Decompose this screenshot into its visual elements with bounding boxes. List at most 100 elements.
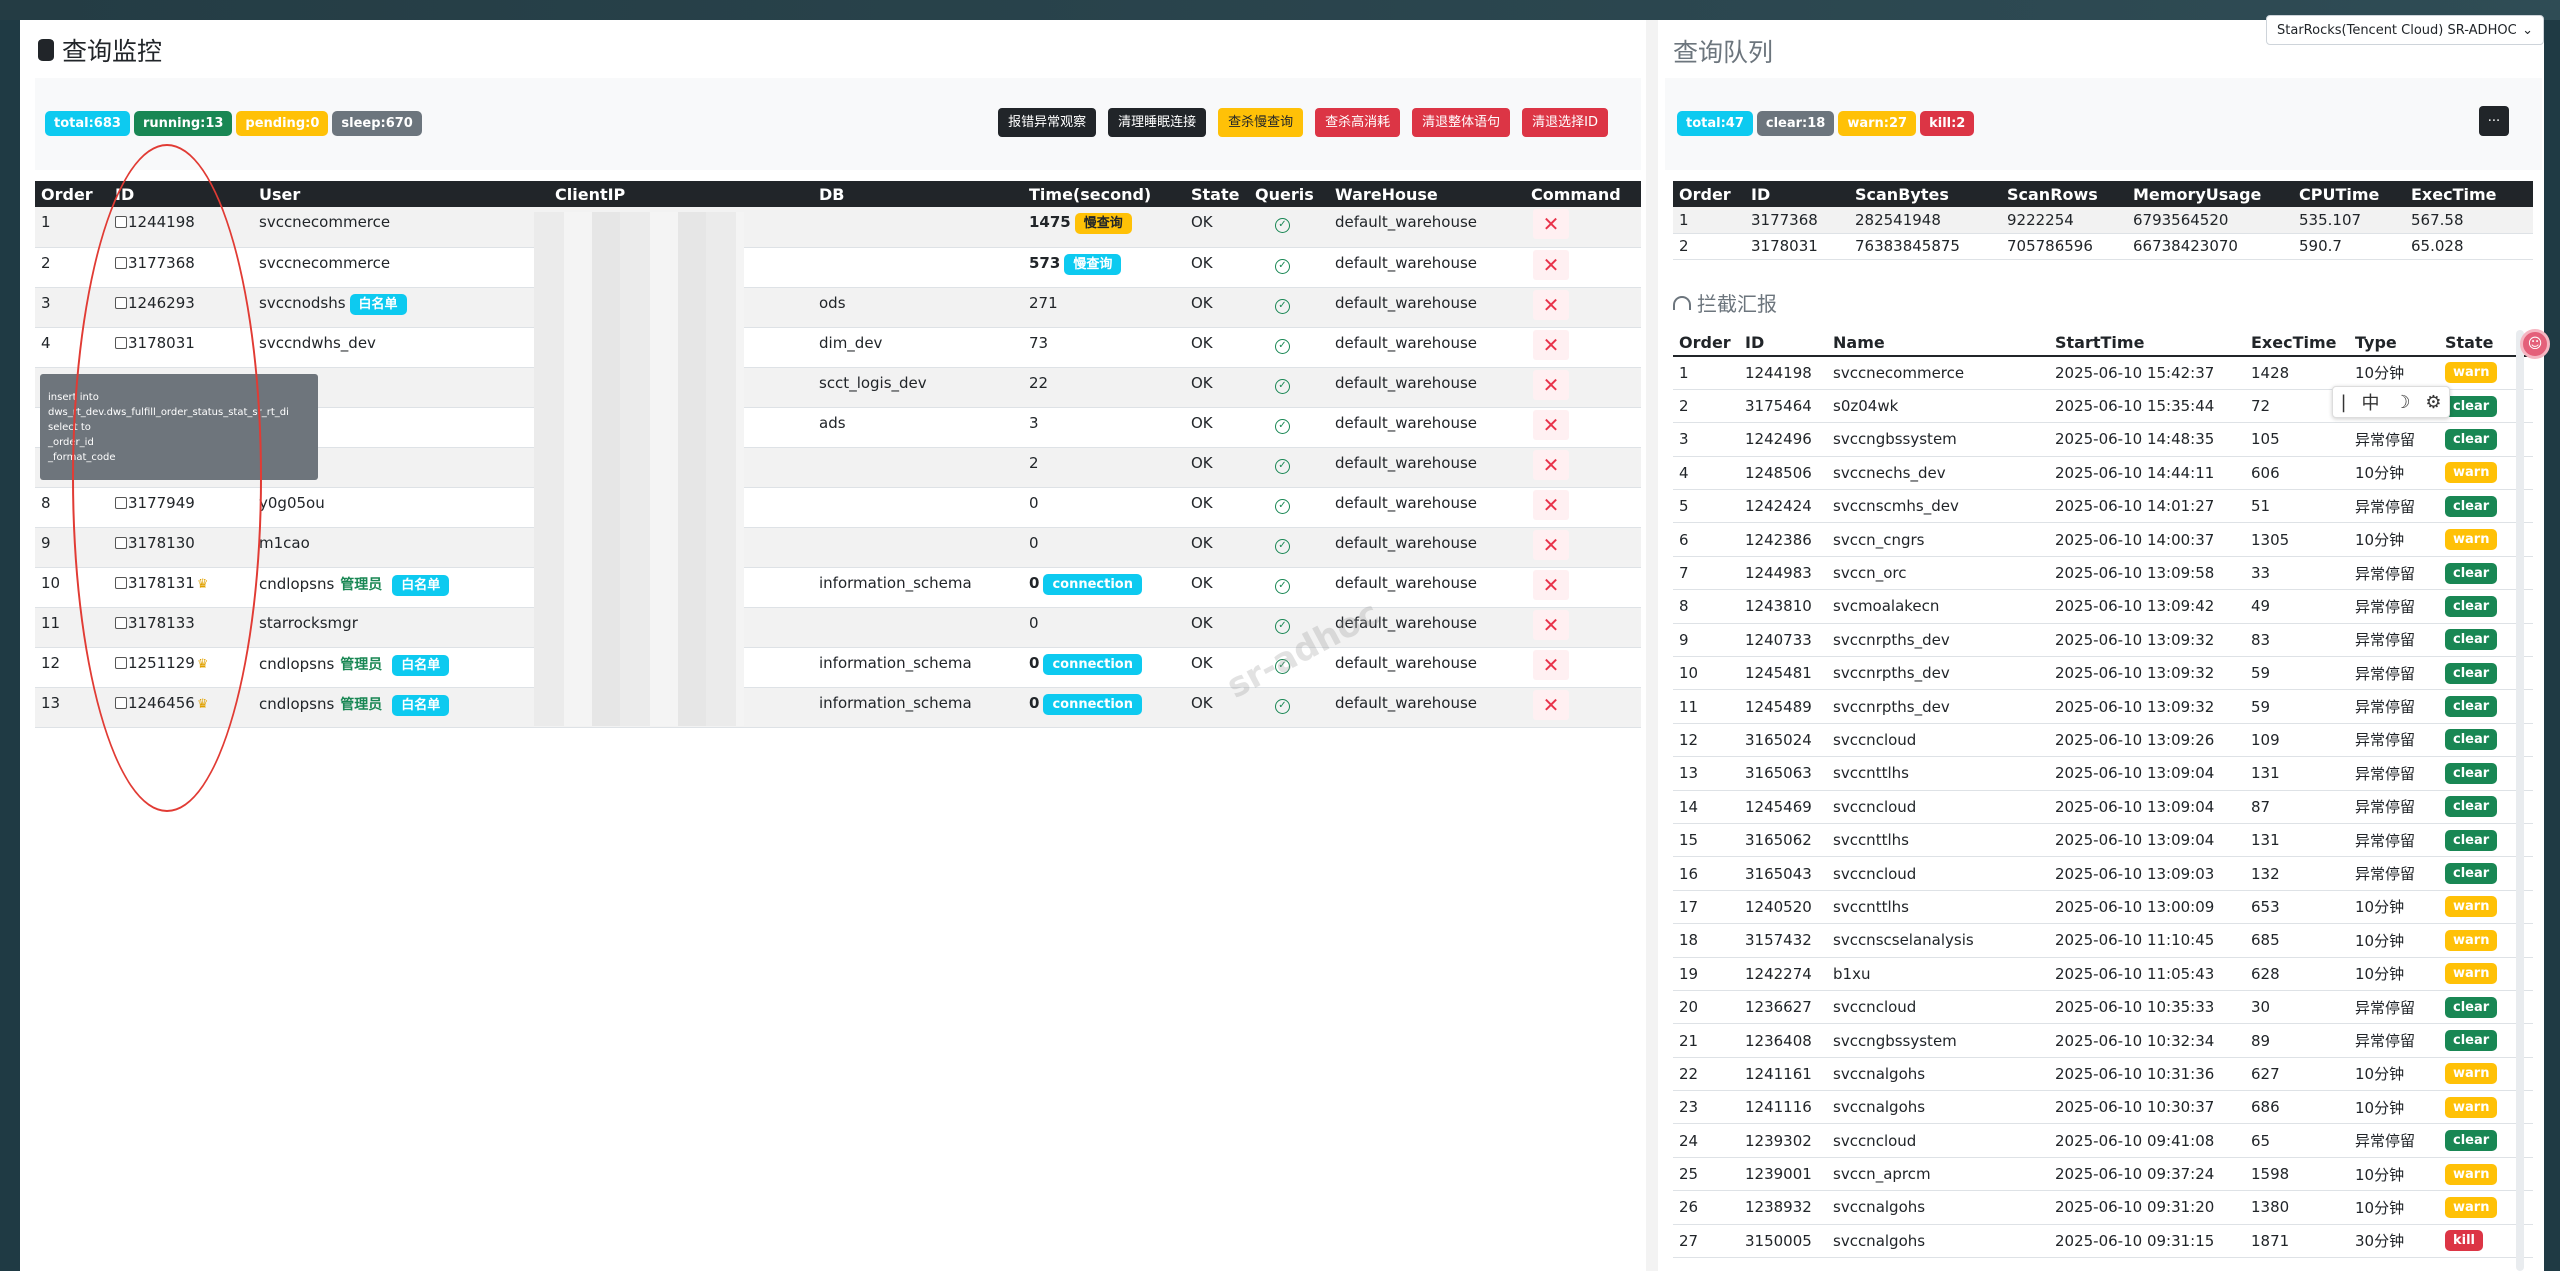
queue-table-header: Order ID ScanBytes ScanRows MemoryUsage CPUTi… <box>1673 181 2533 207</box>
user-name: svccndwhs_dev <box>259 333 376 352</box>
kill-query-button[interactable]: ✕ <box>1533 609 1569 640</box>
gear-icon[interactable]: ⚙ <box>2425 392 2441 413</box>
ime-chinese-mode[interactable]: 中 <box>2361 389 2379 415</box>
intercept-cell: 6 <box>1673 522 1739 557</box>
intercept-cell: svccngbssystem <box>1827 1023 2049 1058</box>
check-circle-icon: ✓ <box>1275 258 1290 274</box>
query-monitor-title-text: 查询监控 <box>62 37 163 66</box>
check-circle-icon: ✓ <box>1275 378 1290 394</box>
table-row: 14 1245469 svccncloud 2025-06-10 13:09:04 87… <box>1673 790 2533 824</box>
time-status-badge: connection <box>1043 573 1142 595</box>
action-button[interactable]: 清退选择ID <box>1522 108 1608 137</box>
table-row: 13 1246456 ♛ cndlopsns 管理员 白名单 information_sch… <box>35 687 1641 728</box>
tooltip-line: select to <box>48 422 91 433</box>
intercept-cell: 59 <box>2245 689 2349 724</box>
intercept-cell: 3150005 <box>1739 1224 1827 1259</box>
row-checkbox[interactable] <box>115 336 127 349</box>
kill-query-button[interactable]: ✕ <box>1533 409 1569 440</box>
right-badge: clear:18 <box>1756 111 1835 136</box>
order-cell: 11 <box>35 607 109 648</box>
intercept-cell: 1244198 <box>1739 356 1827 390</box>
db-cell <box>813 207 1023 248</box>
intercept-cell: 685 <box>2245 923 2349 958</box>
kill-query-button[interactable]: ✕ <box>1533 369 1569 400</box>
db-cell <box>813 607 1023 648</box>
intercept-cell: 10分钟 <box>2349 1090 2439 1125</box>
kill-query-button[interactable]: ✕ <box>1533 329 1569 360</box>
table-row: 1 3177368 282541948 9222254 6793564520 535.10… <box>1673 207 2533 234</box>
row-checkbox[interactable] <box>115 496 127 509</box>
check-circle-icon: ✓ <box>1275 538 1290 554</box>
action-button[interactable]: 查杀慢查询 <box>1218 108 1304 137</box>
action-button[interactable]: 查杀高消耗 <box>1315 108 1401 137</box>
intercept-cell: 24 <box>1673 1123 1739 1158</box>
query-id: 3177368 <box>128 253 195 272</box>
kill-query-button[interactable]: ✕ <box>1533 209 1569 239</box>
table-row: 7 1244983 svccn_orc 2025-06-10 13:09:58 33 异常… <box>1673 556 2533 591</box>
kill-query-button[interactable]: ✕ <box>1533 569 1569 600</box>
kill-query-button[interactable]: ✕ <box>1533 689 1569 720</box>
row-checkbox[interactable] <box>115 656 127 669</box>
state-cell: OK <box>1185 447 1249 488</box>
intercept-cell: svccn_cngrs <box>1827 522 2049 557</box>
intercept-cell: 2025-06-10 13:09:32 <box>2049 656 2245 691</box>
kill-query-button[interactable]: ✕ <box>1533 529 1569 560</box>
intercept-cell: 10分钟 <box>2349 356 2439 390</box>
db-cell <box>813 447 1023 488</box>
time-cell: 271 <box>1023 287 1185 328</box>
command-cell: ✕ <box>1525 447 1641 488</box>
kill-query-button[interactable]: ✕ <box>1533 249 1569 280</box>
warehouse-cell: default_warehouse <box>1329 447 1525 488</box>
intercept-scrollbar[interactable] <box>2516 330 2524 1271</box>
row-checkbox[interactable] <box>115 576 127 589</box>
row-checkbox[interactable] <box>115 296 127 309</box>
action-button[interactable]: 清退整体语句 <box>1412 108 1511 137</box>
intercept-cell: svccn_aprcm <box>1827 1157 2049 1192</box>
user-name: svccnodshs <box>259 293 346 312</box>
id-cell: 1244198 <box>109 207 253 248</box>
user-name: y0g05ou <box>259 493 325 512</box>
row-checkbox[interactable] <box>115 536 127 549</box>
row-checkbox[interactable] <box>115 216 127 228</box>
state-badge: warn <box>2445 1196 2498 1218</box>
intercept-cell: 27 <box>1673 1224 1739 1259</box>
kill-query-button[interactable]: ✕ <box>1533 649 1569 680</box>
intercept-cell: 异常停留 <box>2349 589 2439 624</box>
time-cell: 0 connection <box>1023 647 1185 688</box>
kill-query-button[interactable]: ✕ <box>1533 489 1569 520</box>
row-checkbox[interactable] <box>115 696 127 709</box>
kill-query-button[interactable]: ✕ <box>1533 449 1569 480</box>
action-button[interactable]: 清理睡眠连接 <box>1108 108 1207 137</box>
kill-query-button[interactable]: ✕ <box>1533 289 1569 320</box>
gauge-icon <box>1673 295 1691 310</box>
action-button[interactable]: 报错异常观察 <box>998 108 1097 137</box>
check-circle-icon: ✓ <box>1275 298 1290 314</box>
command-cell: ✕ <box>1525 247 1641 288</box>
id-cell: 3178130 <box>109 527 253 568</box>
moon-icon[interactable]: ☽ <box>2394 392 2410 413</box>
table-row: 13 3165063 svccnttlhs 2025-06-10 13:09:04 13… <box>1673 756 2533 791</box>
intercept-cell: 2025-06-10 10:30:37 <box>2049 1090 2245 1125</box>
intercept-cell: 2025-06-10 09:31:15 <box>2049 1224 2245 1259</box>
intercept-cell: svccnrpths_dev <box>1827 623 2049 658</box>
user-cell: starrocksmgr <box>253 607 549 648</box>
row-checkbox[interactable] <box>115 256 127 269</box>
order-cell: 8 <box>35 487 109 528</box>
ime-toolbar[interactable]: | 中 ☽ ⚙ <box>2332 386 2450 418</box>
ime-cursor-icon: | <box>2340 391 2347 413</box>
state-badge: warn <box>2445 362 2498 384</box>
time-status-badge: 慢查询 <box>1074 213 1132 234</box>
queue-table-body: 1 3177368 282541948 9222254 6793564520 535.10… <box>1673 207 2533 260</box>
cluster-select[interactable]: StarRocks(Tencent Cloud) SR-ADHOC ⌄ <box>2266 15 2544 45</box>
floating-avatar[interactable]: ☺ <box>2520 329 2550 359</box>
table-row: 6 1242386 svccn_cngrs 2025-06-10 14:00:37 13… <box>1673 522 2533 557</box>
order-cell: 12 <box>35 647 109 688</box>
row-checkbox[interactable] <box>115 616 127 629</box>
state-cell: OK <box>1185 527 1249 568</box>
column-header: ID <box>109 181 253 207</box>
id-cell: 1251129 ♛ <box>109 647 253 688</box>
more-button[interactable]: ... <box>2479 106 2509 136</box>
intercept-cell: 83 <box>2245 623 2349 658</box>
intercept-cell: svccngbssystem <box>1827 422 2049 457</box>
user-cell: cndlopsns 管理员 白名单 <box>253 647 549 688</box>
